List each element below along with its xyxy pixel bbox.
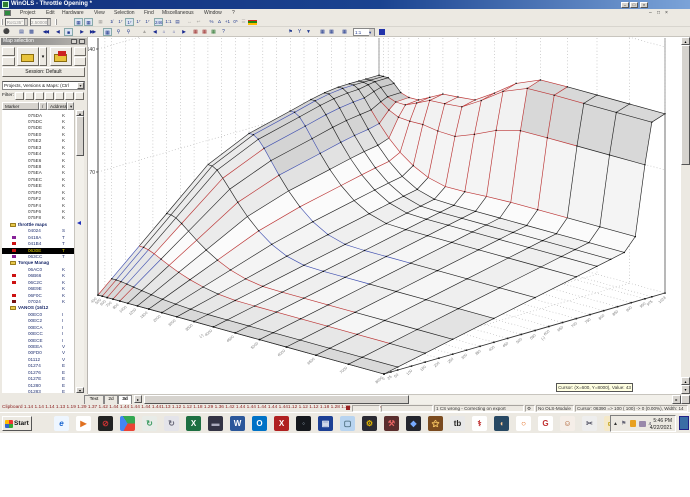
svg-text:70: 70 [89,170,95,176]
svg-text:140: 140 [88,47,95,53]
